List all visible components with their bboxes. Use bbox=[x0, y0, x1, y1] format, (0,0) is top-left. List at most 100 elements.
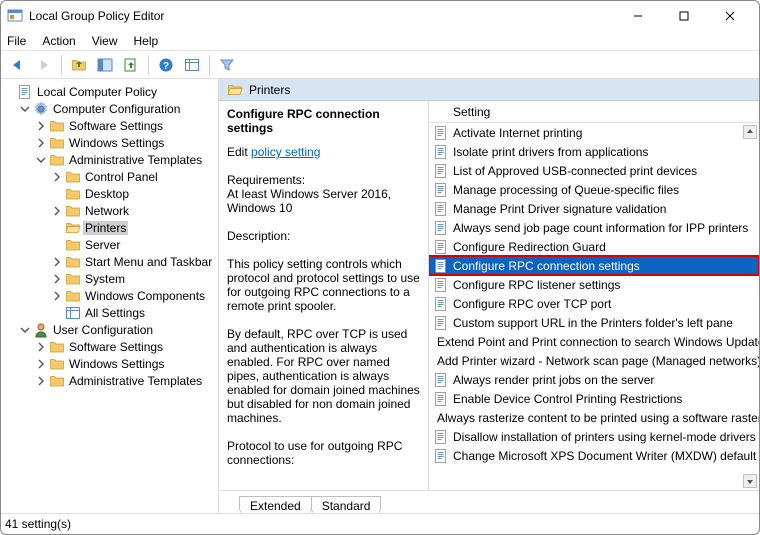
expander-icon[interactable] bbox=[19, 324, 31, 336]
up-button[interactable] bbox=[68, 54, 90, 76]
setting-label: Configure RPC connection settings bbox=[453, 259, 640, 273]
edit-label: Edit bbox=[227, 145, 251, 159]
folder-icon bbox=[65, 186, 81, 202]
tree-at-printers[interactable]: Printers bbox=[51, 219, 218, 236]
setting-row[interactable]: Manage Print Driver signature validation bbox=[429, 199, 759, 218]
description-p2: By default, RPC over TCP is used and aut… bbox=[227, 327, 420, 425]
setting-row[interactable]: Extend Point and Print connection to sea… bbox=[429, 332, 759, 351]
policy-icon bbox=[433, 296, 449, 312]
tree-cc-admin-templates[interactable]: Administrative Templates bbox=[35, 151, 218, 168]
expander-icon[interactable] bbox=[35, 341, 47, 353]
tree-at-all-settings[interactable]: All Settings bbox=[51, 304, 218, 321]
maximize-button[interactable] bbox=[661, 1, 707, 31]
properties-button[interactable] bbox=[181, 54, 203, 76]
description-p1: This policy setting controls which proto… bbox=[227, 257, 420, 313]
policy-icon bbox=[433, 201, 449, 217]
setting-label: Enable Device Control Printing Restricti… bbox=[453, 392, 682, 406]
expander-icon[interactable] bbox=[35, 375, 47, 387]
setting-row[interactable]: Custom support URL in the Printers folde… bbox=[429, 313, 759, 332]
description-label: Description: bbox=[227, 229, 420, 243]
content-header: Printers bbox=[219, 79, 759, 101]
expander-icon[interactable] bbox=[51, 273, 63, 285]
statusbar: 41 setting(s) bbox=[1, 514, 759, 534]
expander-icon[interactable] bbox=[35, 154, 47, 166]
tree-at-windows-components[interactable]: Windows Components bbox=[51, 287, 218, 304]
column-setting: Setting bbox=[453, 105, 490, 119]
setting-row[interactable]: Configure Redirection Guard bbox=[429, 237, 759, 256]
menu-file[interactable]: File bbox=[7, 34, 26, 48]
menu-help[interactable]: Help bbox=[134, 34, 159, 48]
tree-at-server[interactable]: Server bbox=[51, 236, 218, 253]
setting-row[interactable]: Configure RPC connection settings bbox=[429, 256, 759, 275]
policy-icon bbox=[433, 125, 449, 141]
setting-row[interactable]: Manage processing of Queue-specific file… bbox=[429, 180, 759, 199]
menu-action[interactable]: Action bbox=[42, 34, 75, 48]
settings-list[interactable]: Activate Internet printing Isolate print … bbox=[429, 123, 759, 490]
policy-icon bbox=[433, 220, 449, 236]
tab-extended[interactable]: Extended bbox=[239, 496, 312, 513]
tree-uc-windows[interactable]: Windows Settings bbox=[35, 355, 218, 372]
filter-button[interactable] bbox=[216, 54, 238, 76]
setting-label: Change Microsoft XPS Document Writer (MX… bbox=[453, 449, 756, 463]
tree-uc-software[interactable]: Software Settings bbox=[35, 338, 218, 355]
show-hide-tree-button[interactable] bbox=[94, 54, 116, 76]
folder-icon bbox=[49, 135, 65, 151]
tree-at-start-menu[interactable]: Start Menu and Taskbar bbox=[51, 253, 218, 270]
expander-icon[interactable] bbox=[35, 358, 47, 370]
gear-icon bbox=[33, 101, 49, 117]
setting-row[interactable]: Always send job page count information f… bbox=[429, 218, 759, 237]
setting-row[interactable]: Isolate print drivers from applications bbox=[429, 142, 759, 161]
setting-row[interactable]: Configure RPC listener settings bbox=[429, 275, 759, 294]
minimize-button[interactable] bbox=[615, 1, 661, 31]
setting-label: Always send job page count information f… bbox=[453, 221, 748, 235]
setting-label: Add Printer wizard - Network scan page (… bbox=[437, 354, 759, 368]
tree-user-config[interactable]: User Configuration bbox=[19, 321, 218, 338]
tree-cc-windows[interactable]: Windows Settings bbox=[35, 134, 218, 151]
tree-at-control-panel[interactable]: Control Panel bbox=[51, 168, 218, 185]
setting-row[interactable]: Enable Device Control Printing Restricti… bbox=[429, 389, 759, 408]
tree-cc-software[interactable]: Software Settings bbox=[35, 117, 218, 134]
expander-icon[interactable] bbox=[35, 137, 47, 149]
expander-icon[interactable] bbox=[51, 256, 63, 268]
setting-row[interactable]: Add Printer wizard - Network scan page (… bbox=[429, 351, 759, 370]
requirements-text: At least Windows Server 2016, Windows 10 bbox=[227, 187, 420, 215]
back-button[interactable] bbox=[7, 54, 29, 76]
tree-uc-admin-templates[interactable]: Administrative Templates bbox=[35, 372, 218, 389]
setting-label: Always rasterize content to be printed u… bbox=[437, 411, 759, 425]
toolbar: ? bbox=[1, 51, 759, 79]
tree-pane[interactable]: Local Computer Policy Computer Configura… bbox=[1, 79, 219, 513]
setting-row[interactable]: Configure RPC over TCP port bbox=[429, 294, 759, 313]
tab-standard[interactable]: Standard bbox=[311, 496, 382, 513]
setting-row[interactable]: Always rasterize content to be printed u… bbox=[429, 408, 759, 427]
setting-row[interactable]: Activate Internet printing bbox=[429, 123, 759, 142]
close-button[interactable] bbox=[707, 1, 753, 31]
forward-button[interactable] bbox=[33, 54, 55, 76]
settings-list-header[interactable]: Setting bbox=[429, 101, 759, 123]
expander-icon[interactable] bbox=[19, 103, 31, 115]
scroll-down-button[interactable] bbox=[743, 474, 757, 488]
tree-root[interactable]: Local Computer Policy bbox=[3, 83, 218, 100]
expander-icon[interactable] bbox=[51, 205, 63, 217]
folder-icon bbox=[65, 271, 81, 287]
export-list-button[interactable] bbox=[120, 54, 142, 76]
tree-at-desktop[interactable]: Desktop bbox=[51, 185, 218, 202]
setting-label: Activate Internet printing bbox=[453, 126, 582, 140]
app-icon bbox=[7, 8, 23, 24]
setting-row[interactable]: Change Microsoft XPS Document Writer (MX… bbox=[429, 446, 759, 465]
tree-computer-config[interactable]: Computer Configuration bbox=[19, 100, 218, 117]
folder-icon bbox=[49, 339, 65, 355]
policy-setting-link[interactable]: policy setting bbox=[251, 145, 320, 159]
tree-at-system[interactable]: System bbox=[51, 270, 218, 287]
setting-row[interactable]: Always render print jobs on the server bbox=[429, 370, 759, 389]
tree-at-network[interactable]: Network bbox=[51, 202, 218, 219]
scroll-up-button[interactable] bbox=[743, 125, 757, 139]
expander-icon[interactable] bbox=[35, 120, 47, 132]
help-button[interactable]: ? bbox=[155, 54, 177, 76]
menu-view[interactable]: View bbox=[92, 34, 118, 48]
setting-row[interactable]: List of Approved USB-connected print dev… bbox=[429, 161, 759, 180]
setting-row[interactable]: Disallow installation of printers using … bbox=[429, 427, 759, 446]
expander-icon[interactable] bbox=[51, 290, 63, 302]
policy-icon bbox=[433, 163, 449, 179]
policy-icon bbox=[433, 277, 449, 293]
expander-icon[interactable] bbox=[51, 171, 63, 183]
